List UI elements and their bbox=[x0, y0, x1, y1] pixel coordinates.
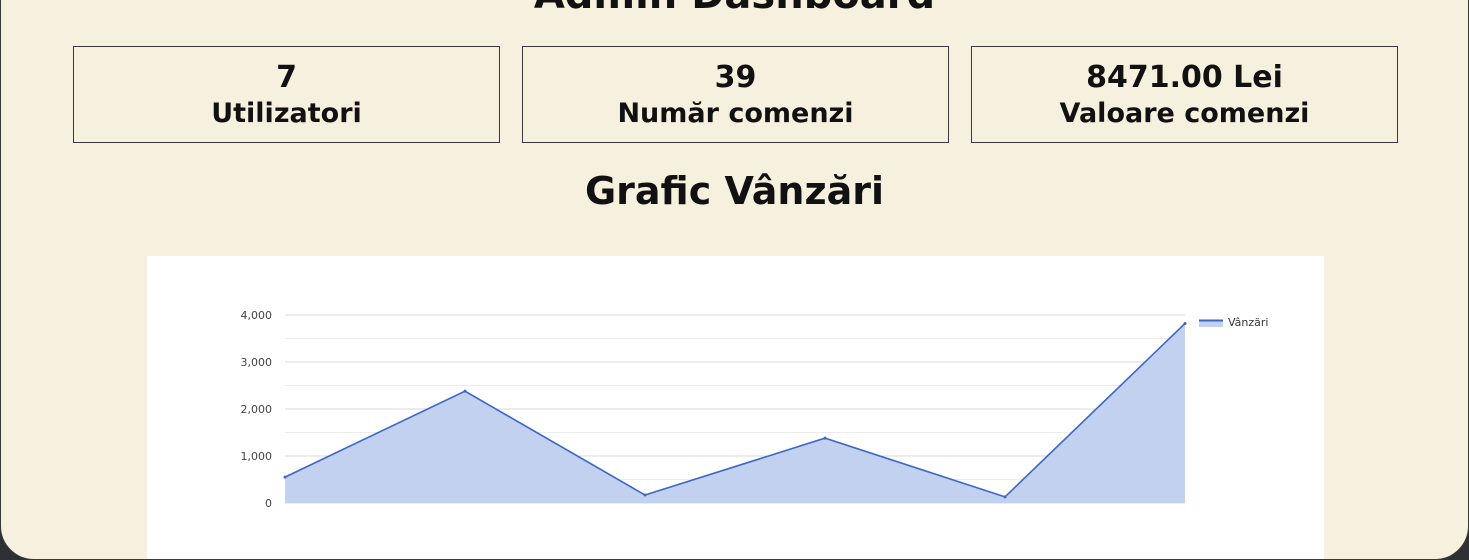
y-tick-label: 1,000 bbox=[241, 450, 273, 463]
stat-value-users: 7 bbox=[276, 60, 297, 95]
data-point bbox=[643, 493, 647, 497]
y-tick-label: 4,000 bbox=[241, 309, 273, 322]
stat-label-orders: Număr comenzi bbox=[617, 98, 854, 129]
stat-value-order-value: 8471.00 Lei bbox=[1086, 60, 1283, 95]
y-tick-label: 2,000 bbox=[241, 403, 273, 416]
sales-chart: 0 1,000 2,000 3,000 4,000 Vânzări bbox=[241, 309, 1269, 510]
data-point bbox=[283, 475, 287, 479]
legend-label: Vânzări bbox=[1228, 316, 1268, 329]
stat-card-orders: 39 Număr comenzi bbox=[522, 46, 949, 143]
stat-label-order-value: Valoare comenzi bbox=[1059, 98, 1310, 129]
y-tick-label: 3,000 bbox=[241, 356, 273, 369]
chart-section-title: Grafic Vânzări bbox=[584, 169, 885, 213]
data-point bbox=[1003, 495, 1007, 499]
data-point bbox=[823, 436, 827, 440]
data-point bbox=[1183, 321, 1187, 325]
page-title: Admin Dashboard bbox=[1, 0, 1468, 19]
stat-value-orders: 39 bbox=[714, 60, 757, 95]
dashboard-panel: Admin Dashboard 7 Utilizatori 39 Număr c… bbox=[0, 0, 1469, 560]
stat-label-users: Utilizatori bbox=[211, 98, 362, 129]
stat-card-order-value: 8471.00 Lei Valoare comenzi bbox=[971, 46, 1398, 143]
stat-card-users: 7 Utilizatori bbox=[73, 46, 500, 143]
stats-row: 7 Utilizatori 39 Număr comenzi 8471.00 L… bbox=[73, 46, 1398, 143]
data-point bbox=[463, 389, 467, 393]
sales-chart-container: 0 1,000 2,000 3,000 4,000 Vânzări bbox=[147, 256, 1324, 559]
y-tick-label: 0 bbox=[265, 497, 272, 510]
